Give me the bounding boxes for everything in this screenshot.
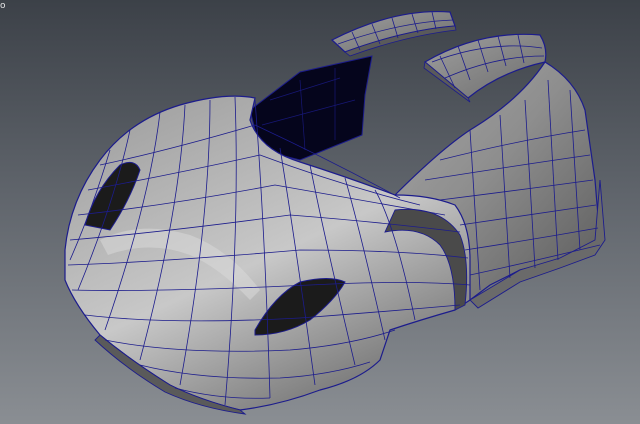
roof-panel[interactable] (330, 10, 457, 57)
model-render[interactable] (0, 0, 640, 424)
3d-viewport[interactable]: o (0, 0, 640, 424)
cockpit-opening (249, 55, 373, 161)
